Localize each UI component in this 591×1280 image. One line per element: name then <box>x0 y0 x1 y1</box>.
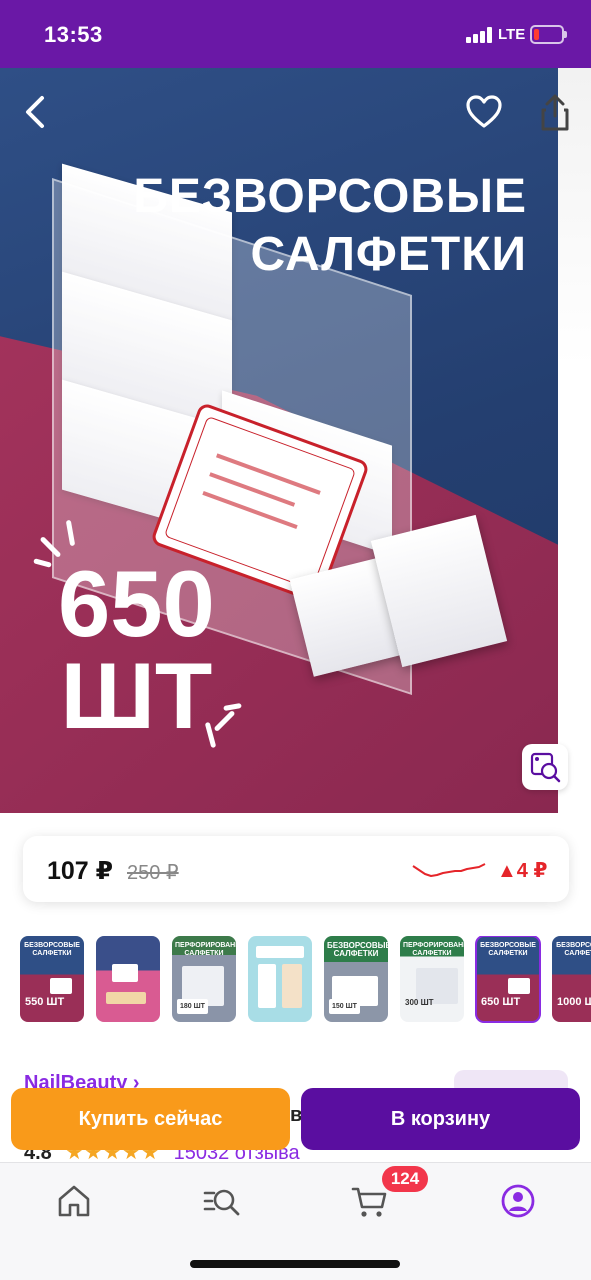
thumbnail[interactable]: ПЕРФОРИРОВАННЫЕ САЛФЕТКИ 300 ШТ <box>400 936 464 1022</box>
hero-count: 650 ШТ <box>58 551 215 748</box>
price-old: 250 ₽ <box>127 862 179 884</box>
price-change: ▲4 ₽ <box>497 860 548 882</box>
thumbnail[interactable]: БЕЗВОРСОВЫЕ САЛФЕТКИ 1000 ШТ <box>552 936 591 1022</box>
signal-strength-icon <box>466 27 494 43</box>
hero-title: БЕЗВОРСОВЫЕ САЛФЕТКИ <box>133 170 527 281</box>
status-bar: 13:53 LTE <box>0 0 591 68</box>
thumbnail-strip[interactable]: БЕЗВОРСОВЫЕ САЛФЕТКИ 550 ШТ ПЕРФОРИРОВАН… <box>20 936 591 1024</box>
thumbnail[interactable] <box>96 936 160 1022</box>
battery-icon <box>530 25 567 44</box>
next-image-peek <box>558 68 591 813</box>
profile-icon[interactable] <box>498 1181 538 1221</box>
price-current: 107 ₽ <box>47 857 114 885</box>
buy-now-button[interactable]: Купить сейчас <box>11 1088 290 1150</box>
thumbnail[interactable] <box>248 936 312 1022</box>
share-icon[interactable] <box>538 92 572 132</box>
product-title-peek: в <box>290 1104 301 1126</box>
thumbnail[interactable]: ПЕРФОРИРОВАННЫЕ САЛФЕТКИ 180 ШТ <box>172 936 236 1022</box>
cart-count-badge: 124 <box>382 1166 428 1192</box>
status-time: 13:53 <box>44 22 103 47</box>
visual-search-icon[interactable] <box>522 744 568 790</box>
price-history-sparkline <box>412 863 486 877</box>
thumbnail[interactable]: БЕЗВОРСОВЫЕ САЛФЕТКИ 150 ШТ <box>324 936 388 1022</box>
home-indicator <box>190 1260 400 1268</box>
catalog-search-icon[interactable] <box>202 1181 242 1221</box>
heart-icon[interactable] <box>465 94 503 130</box>
product-image-gallery[interactable]: БЕЗВОРСОВЫЕ САЛФЕТКИ 650 ШТ <box>0 68 591 813</box>
price-card[interactable]: 107 ₽ 250 ₽ ▲4 ₽ <box>23 836 569 902</box>
add-to-cart-button[interactable]: В корзину <box>301 1088 580 1150</box>
home-icon[interactable] <box>54 1181 94 1221</box>
thumbnail[interactable]: БЕЗВОРСОВЫЕ САЛФЕТКИ 550 ШТ <box>20 936 84 1022</box>
network-type: LTE <box>498 26 526 43</box>
thumbnail-selected[interactable]: БЕЗВОРСОВЫЕ САЛФЕТКИ 650 ШТ <box>475 936 541 1023</box>
back-arrow-icon[interactable] <box>20 92 52 132</box>
